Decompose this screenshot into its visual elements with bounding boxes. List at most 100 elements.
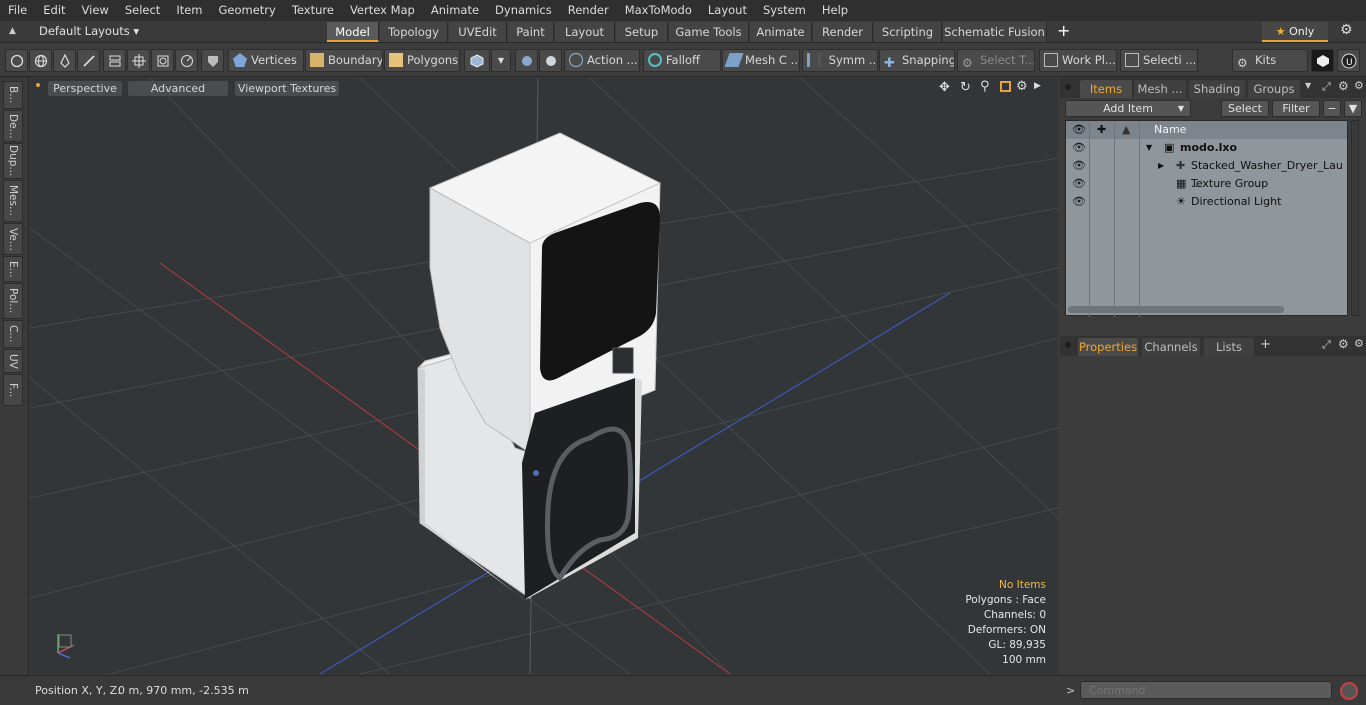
properties-gear-icon[interactable]: ⚙	[1338, 337, 1349, 351]
rotate-view-icon[interactable]: ↻	[960, 80, 971, 95]
command-input[interactable]	[1080, 681, 1332, 699]
expand-properties-icon[interactable]: ⤢	[1322, 338, 1331, 352]
left-tab-duplicate[interactable]: Dup...	[3, 143, 23, 179]
vertical-scrollbar[interactable]	[1351, 120, 1359, 316]
properties-close-icon[interactable]: ⚙	[1354, 337, 1364, 350]
frame-icon[interactable]	[151, 49, 174, 72]
select-button[interactable]: Select	[1221, 100, 1269, 117]
left-tab-curve[interactable]: C...	[3, 320, 23, 348]
tab-scripting[interactable]: Scripting	[874, 22, 942, 42]
tab-topology[interactable]: Topology	[380, 22, 448, 42]
collapse-icon[interactable]: −	[1323, 100, 1341, 117]
symmetry-button[interactable]: Symm ...	[802, 49, 878, 72]
menu-view[interactable]: View	[74, 0, 117, 21]
tab-shading[interactable]: Shading	[1189, 80, 1245, 98]
work-plane-button[interactable]: Work Pl...	[1039, 49, 1117, 72]
center-icon[interactable]	[127, 49, 150, 72]
menu-vertex-map[interactable]: Vertex Map	[342, 0, 423, 21]
add-item-button[interactable]: Add Item ▼	[1065, 100, 1191, 117]
move-view-icon[interactable]: ✥	[939, 80, 950, 95]
shield-icon[interactable]	[201, 49, 224, 72]
default-layouts-dropdown[interactable]: Default Layouts ▾	[39, 24, 139, 38]
visibility-eye-icon[interactable]: 👁	[1072, 157, 1086, 175]
menu-texture[interactable]: Texture	[284, 0, 342, 21]
menu-maxtomodo[interactable]: MaxToModo	[617, 0, 700, 21]
tab-schematic-fusion[interactable]: Schematic Fusion	[943, 22, 1047, 42]
mode-dropdown-icon[interactable]: ▼	[491, 49, 511, 72]
washer-dryer-model[interactable]	[417, 132, 662, 600]
select-through-button[interactable]: ⚙ Select T...	[957, 49, 1035, 72]
left-tab-mesh-edit[interactable]: Mes...	[3, 180, 23, 222]
visibility-eye-icon[interactable]: 👁	[1072, 193, 1086, 211]
horizontal-scrollbar[interactable]	[1068, 306, 1284, 313]
transform-cube-icon[interactable]	[539, 49, 562, 72]
menu-layout[interactable]: Layout	[700, 0, 755, 21]
visibility-eye-icon[interactable]: 👁	[1072, 139, 1086, 157]
gear-icon[interactable]: ⚙	[1340, 22, 1353, 38]
polygons-button[interactable]: Polygons	[384, 49, 460, 72]
list-item-directional-light[interactable]: 👁 ☀ Directional Light	[1066, 193, 1347, 211]
tab-lists[interactable]: Lists	[1204, 338, 1254, 356]
kits-button[interactable]: ⚙ Kits	[1232, 49, 1308, 72]
tab-model[interactable]: Model	[327, 22, 379, 42]
brush-icon[interactable]	[77, 49, 100, 72]
tabs-dropdown-icon[interactable]: ▼	[1305, 81, 1311, 90]
tab-game-tools[interactable]: Game Tools	[669, 22, 749, 42]
mesh-constraints-button[interactable]: Mesh C ...	[722, 49, 800, 72]
list-item-texture-group[interactable]: 👁 ▦ Texture Group	[1066, 175, 1347, 193]
viewport-menu-dot[interactable]	[36, 83, 40, 87]
left-tab-vertex[interactable]: Ve...	[3, 223, 23, 255]
viewport-scene[interactable]	[30, 78, 1058, 674]
menu-geometry[interactable]: Geometry	[211, 0, 284, 21]
record-macro-icon[interactable]	[1340, 682, 1358, 700]
tab-animate[interactable]: Animate	[750, 22, 812, 42]
tab-channels[interactable]: Channels	[1142, 338, 1200, 356]
menu-render[interactable]: Render	[560, 0, 617, 21]
menu-dynamics[interactable]: Dynamics	[487, 0, 560, 21]
snapping-button[interactable]: ✚ Snapping	[879, 49, 955, 72]
tab-groups[interactable]: Groups	[1248, 80, 1300, 98]
menu-system[interactable]: System	[755, 0, 814, 21]
funnel-icon[interactable]: ▼	[1344, 100, 1362, 117]
list-item-washer-dryer[interactable]: 👁 ▶ ✚ Stacked_Washer_Dryer_Lau ...	[1066, 157, 1347, 190]
cube-mode-icon[interactable]	[464, 49, 490, 72]
viewport-expand-icon[interactable]: ▶	[1034, 81, 1041, 91]
falloff-button[interactable]: Falloff	[643, 49, 721, 72]
list-item-modo-lxo[interactable]: 👁 ▼ ▣ modo.lxo	[1066, 139, 1347, 157]
filter-button[interactable]: Filter	[1272, 100, 1320, 117]
panel-close-icon[interactable]: ⚙	[1354, 79, 1364, 92]
add-tab-icon[interactable]: +	[1057, 21, 1070, 41]
viewport-textures-button[interactable]: Viewport Textures	[235, 81, 339, 96]
action-center-button[interactable]: Action ...	[564, 49, 640, 72]
tab-layout[interactable]: Layout	[555, 22, 615, 42]
tab-render[interactable]: Render	[813, 22, 873, 42]
visibility-eye-icon[interactable]: 👁	[1072, 175, 1086, 193]
tab-setup[interactable]: Setup	[616, 22, 668, 42]
expand-arrow-icon[interactable]: ▼	[1146, 139, 1152, 157]
unity-icon[interactable]	[1311, 49, 1334, 72]
boundary-button[interactable]: Boundary	[305, 49, 383, 72]
3d-viewport[interactable]: Perspective Advanced Viewport Textures ✥…	[30, 78, 1058, 674]
left-tab-polygon[interactable]: Pol...	[3, 283, 23, 319]
add-properties-tab-icon[interactable]: +	[1260, 337, 1271, 352]
advanced-button[interactable]: Advanced	[128, 81, 228, 96]
pie-icon[interactable]	[175, 49, 198, 72]
menu-help[interactable]: Help	[814, 0, 856, 21]
left-tab-uv[interactable]: UV	[3, 349, 23, 373]
left-tab-basic[interactable]: B...	[3, 81, 23, 109]
pen-icon[interactable]	[53, 49, 76, 72]
panel-gear-icon[interactable]: ⚙	[1338, 79, 1349, 93]
tab-mesh[interactable]: Mesh ...	[1134, 80, 1186, 98]
menu-animate[interactable]: Animate	[423, 0, 487, 21]
tab-uvedit[interactable]: UVEdit	[449, 22, 507, 42]
zoom-view-icon[interactable]: ⚲	[980, 79, 990, 94]
left-tab-edge[interactable]: E...	[3, 256, 23, 282]
left-tab-fusion[interactable]: F...	[3, 374, 23, 406]
menu-file[interactable]: File	[0, 0, 35, 21]
only-toggle[interactable]: ★ Only	[1262, 22, 1328, 42]
name-column-header[interactable]: Name	[1154, 121, 1186, 139]
tab-paint[interactable]: Paint	[508, 22, 554, 42]
expand-panel-icon[interactable]: ⤢	[1322, 80, 1331, 94]
viewport-settings-icon[interactable]: ⚙	[1016, 79, 1028, 94]
maximize-view-icon[interactable]	[1000, 81, 1011, 92]
